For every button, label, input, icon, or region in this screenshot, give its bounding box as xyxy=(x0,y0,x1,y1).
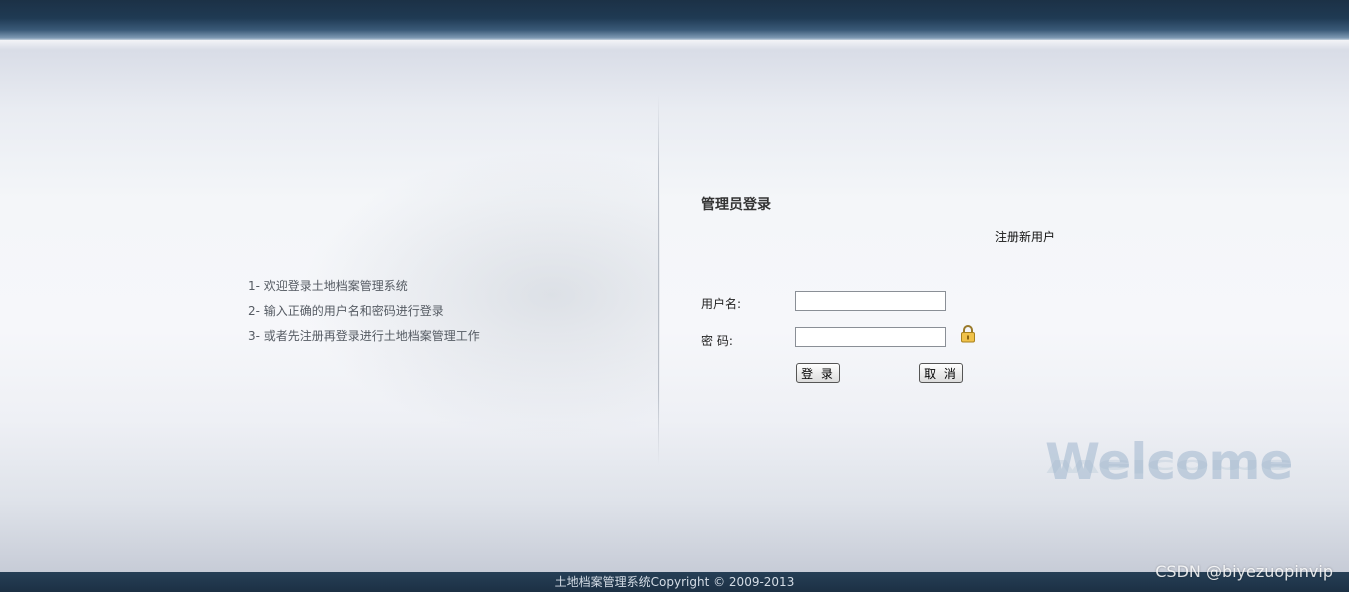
header-sheen xyxy=(0,40,1349,50)
instruction-item: 2- 输入正确的用户名和密码进行登录 xyxy=(248,304,444,318)
username-input[interactable] xyxy=(795,291,946,311)
login-title: 管理员登录 xyxy=(701,197,771,213)
login-button[interactable]: 登 录 xyxy=(796,363,840,383)
footer-bar: 土地档案管理系统Copyright © 2009-2013 xyxy=(0,572,1349,592)
csdn-watermark: CSDN @biyezuopinvip xyxy=(1155,562,1333,581)
username-label: 用户名: xyxy=(701,297,742,311)
vertical-divider xyxy=(658,95,659,465)
register-link[interactable]: 注册新用户 xyxy=(995,228,1055,245)
instruction-item: 1- 欢迎登录土地档案管理系统 xyxy=(248,279,408,293)
welcome-reflection: Welcome xyxy=(1045,455,1293,476)
copyright-text: 土地档案管理系统Copyright © 2009-2013 xyxy=(554,575,795,589)
lock-icon xyxy=(960,325,976,343)
instruction-item: 3- 或者先注册再登录进行土地档案管理工作 xyxy=(248,329,480,343)
password-input[interactable] xyxy=(795,327,946,347)
login-page: 1- 欢迎登录土地档案管理系统 2- 输入正确的用户名和密码进行登录 3- 或者… xyxy=(0,0,1349,592)
password-label: 密 码: xyxy=(701,334,733,348)
cancel-button[interactable]: 取 消 xyxy=(919,363,963,383)
header-bar xyxy=(0,0,1349,40)
instructions-list: 1- 欢迎登录土地档案管理系统 2- 输入正确的用户名和密码进行登录 3- 或者… xyxy=(248,274,480,349)
